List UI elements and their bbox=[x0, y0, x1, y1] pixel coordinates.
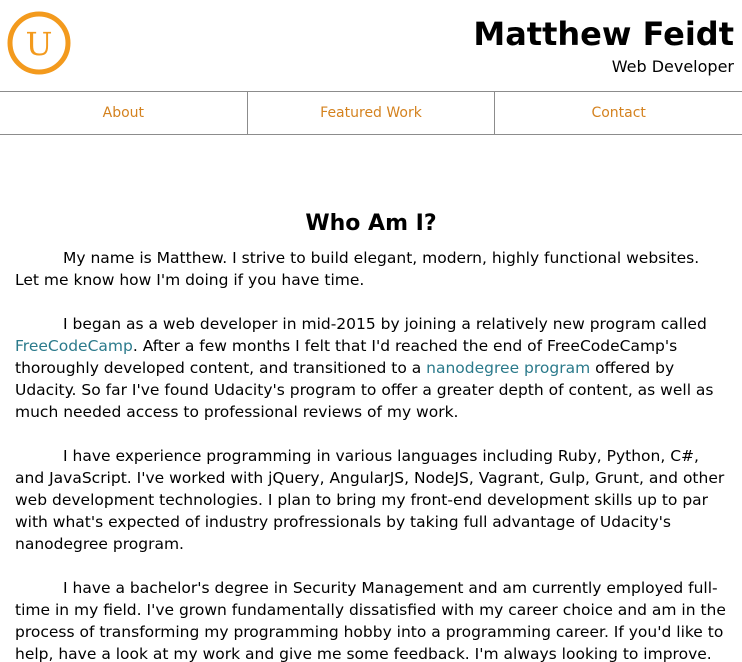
background-paragraph: I began as a web developer in mid-2015 b… bbox=[15, 313, 727, 423]
udacity-logo-icon[interactable]: U bbox=[7, 11, 71, 75]
background-text-1: I began as a web developer in mid-2015 b… bbox=[63, 315, 707, 333]
brand: Matthew Feidt Web Developer bbox=[473, 14, 734, 78]
site-name: Matthew Feidt bbox=[473, 15, 734, 53]
logo-letter: U bbox=[26, 25, 53, 63]
nav-contact[interactable]: Contact bbox=[494, 92, 742, 134]
nav-featured-work[interactable]: Featured Work bbox=[246, 92, 495, 134]
nav-about[interactable]: About bbox=[0, 92, 247, 134]
freecodecamp-link[interactable]: FreeCodeCamp bbox=[15, 337, 133, 355]
site-subtitle: Web Developer bbox=[611, 57, 734, 76]
experience-paragraph: I have experience programming in various… bbox=[15, 447, 725, 553]
nanodegree-link[interactable]: nanodegree program bbox=[426, 359, 590, 377]
career-paragraph: I have a bachelor's degree in Security M… bbox=[15, 579, 726, 662]
main-nav: About Featured Work Contact bbox=[0, 91, 742, 135]
site-header: U Matthew Feidt Web Developer bbox=[0, 0, 742, 91]
about-section: Who Am I? My name is Matthew. I strive t… bbox=[0, 209, 742, 662]
section-title: Who Am I? bbox=[305, 211, 437, 236]
intro-paragraph: My name is Matthew. I strive to build el… bbox=[15, 249, 700, 289]
